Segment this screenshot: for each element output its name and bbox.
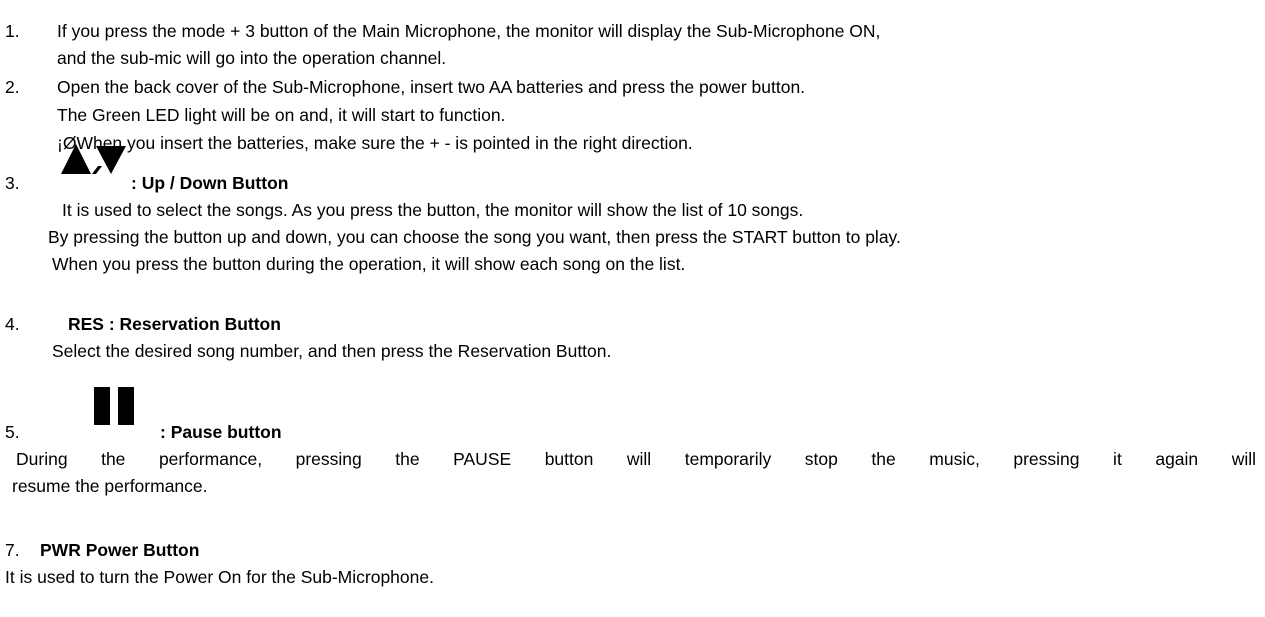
up-down-arrows-icon: [58, 140, 130, 181]
item-7-line-1: It is used to turn the Power On for the …: [5, 567, 434, 587]
item-2-line-1: Open the back cover of the Sub-Microphon…: [57, 77, 806, 97]
item-1-number: 1.: [5, 21, 20, 41]
item-2-number: 2.: [5, 77, 20, 97]
item-4-line-1: Select the desired song number, and then…: [52, 341, 612, 361]
item-1-line-1: If you press the mode + 3 button of the …: [57, 21, 881, 41]
item-2-line-2: The Green LED light will be on and, it w…: [57, 105, 506, 125]
item-3-heading: : Up / Down Button: [131, 173, 289, 193]
item-1-line-2: and the sub-mic will go into the operati…: [57, 48, 447, 68]
item-3-number: 3.: [5, 173, 20, 193]
item-5-number: 5.: [5, 422, 20, 442]
pause-icon: [90, 385, 140, 432]
item-7-heading: PWR Power Button: [40, 540, 200, 560]
item-4-number: 4.: [5, 314, 20, 334]
item-5-line-1: During the performance, pressing the PAU…: [16, 449, 1256, 469]
item-7-number: 7.: [5, 540, 20, 560]
item-5-line-2: resume the performance.: [12, 476, 208, 496]
item-3-line-1: It is used to select the songs. As you p…: [62, 200, 804, 220]
item-2-line-3: ¡ØWhen you insert the batteries, make su…: [57, 133, 693, 153]
item-3-line-3: When you press the button during the ope…: [52, 254, 686, 274]
item-4-heading: RES : Reservation Button: [68, 314, 281, 334]
item-5-heading: : Pause button: [160, 422, 282, 442]
item-3-line-2: By pressing the button up and down, you …: [48, 227, 901, 247]
